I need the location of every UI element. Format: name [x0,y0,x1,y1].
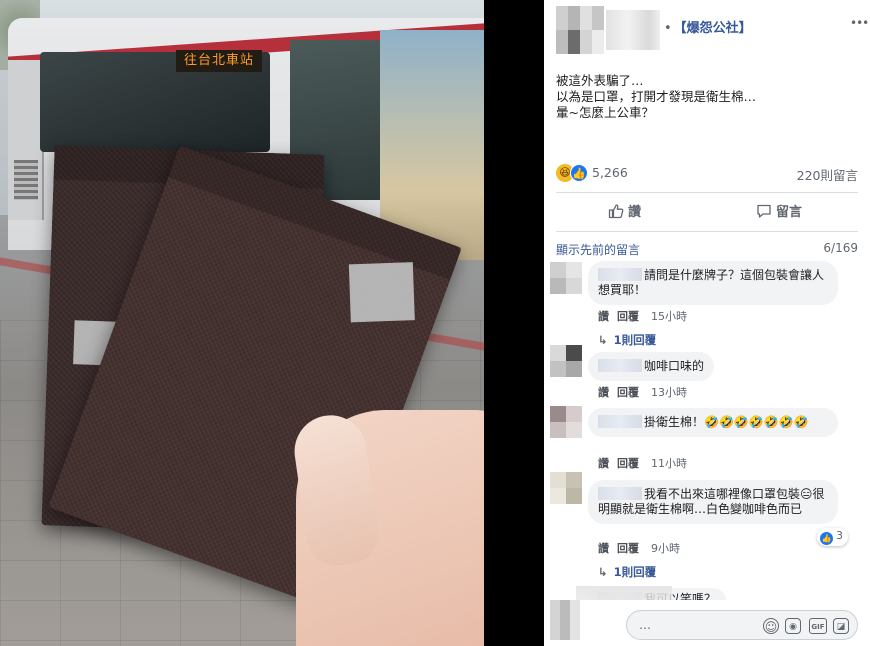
like-button[interactable]: 讚 [608,201,641,225]
reaction-summary[interactable]: 😆 👍 5,266 220則留言 [556,162,858,184]
comment-reply-link[interactable]: 回覆 [617,310,639,323]
post-text-line: 暈~怎麼上公車？ [556,105,654,120]
comment-like-link[interactable]: 讚 [598,457,609,470]
comment-meta: 讚回覆 15小時 [598,308,687,324]
emoji-icon[interactable]: ☺ [763,618,779,634]
comment-bubble: 請問是什麼牌子？這個包裝會讓人想買耶！ [588,261,838,305]
comment-like-link[interactable]: 讚 [598,386,609,399]
comment-text: 掛衛生棉！🤣🤣🤣🤣🤣🤣🤣 [644,415,809,429]
comment-time[interactable]: 11小時 [651,457,687,470]
commenter-name-blurred[interactable] [598,359,642,372]
commenter-name-blurred[interactable] [598,268,642,281]
comment-bubble: 咖啡口味的 [588,352,715,381]
comment-reply-link[interactable]: 回覆 [617,542,639,555]
poster-avatar[interactable] [556,6,604,54]
commenter-avatar[interactable] [550,406,582,438]
commenter-avatar[interactable] [550,345,582,377]
view-previous-comments-link[interactable]: 顯示先前的留言 [556,241,640,258]
group-name-link[interactable]: • 【爆怨公社】 [664,17,752,36]
like-reaction-icon: 👍 [820,532,833,545]
camera-icon[interactable]: ◉ [785,618,801,634]
replies-count[interactable]: 1則回覆 [614,565,657,579]
commenter-avatar[interactable] [550,472,582,504]
comment-input[interactable]: … ☺ ◉ GIF ◪ [626,610,858,640]
comment-like-link[interactable]: 讚 [598,310,609,323]
comment-meta: 讚回覆 11小時 [598,455,687,471]
post-photo[interactable]: 往台北車站 [0,0,484,646]
comment-time[interactable]: 9小時 [651,542,680,555]
commenter-avatar[interactable] [550,262,582,294]
comment-reply-link[interactable]: 回覆 [617,457,639,470]
comment-input-placeholder: … [639,618,651,632]
reply-arrow-icon: ↳ [598,565,608,579]
reaction-count[interactable]: 5,266 [592,165,628,180]
comment-bubble: 我看不出來這哪裡像口罩包裝😑很明顯就是衛生棉啊…白色變咖啡色而已 [588,480,838,524]
like-reaction-icon: 👍 [570,164,588,182]
like-button-label: 讚 [628,205,642,220]
view-replies-link[interactable]: ↳ 1則回覆 [598,332,656,348]
separator-dot: • [664,21,672,36]
comment-meta: 讚回覆 13小時 [598,384,687,400]
comment-time[interactable]: 13小時 [651,386,687,399]
comment-bubble-icon [757,204,771,218]
replies-count[interactable]: 1則回覆 [614,333,657,347]
group-name-text[interactable]: 【爆怨公社】 [674,21,752,36]
reply-arrow-icon: ↳ [598,333,608,347]
comment-button[interactable]: 留言 [756,201,802,225]
view-replies-link[interactable]: ↳ 1則回覆 [598,564,656,580]
thumbs-up-icon [608,204,624,219]
gif-icon[interactable]: GIF [809,618,827,634]
comment-like-link[interactable]: 讚 [598,542,609,555]
comment-count[interactable]: 220則留言 [797,165,858,184]
post-text: 被這外表騙了… 以為是口罩，打開才發現是衛生棉… 暈~怎麼上公車？ [556,73,856,121]
comment-reaction-badge[interactable]: 👍 3 [817,528,848,546]
more-icon[interactable]: ••• [850,17,869,31]
comment-text: 咖啡口味的 [644,359,705,373]
comment-button-label: 留言 [776,205,803,220]
comment-meta: 讚回覆 9小時 [598,540,680,556]
comment-page-count: 6/169 [823,241,858,255]
photo-bus-grille [14,160,38,200]
comment-composer: … ☺ ◉ GIF ◪ [544,600,870,646]
comment-time[interactable]: 15小時 [651,310,687,323]
sticker-icon[interactable]: ◪ [833,618,849,634]
comment-reaction-count: 3 [836,529,843,542]
post-text-line: 被這外表騙了… [556,73,644,88]
post-text-line: 以為是口罩，打開才發現是衛生棉… [556,89,757,104]
comment-reply-link[interactable]: 回覆 [617,386,639,399]
post-panel: • 【爆怨公社】 ••• 被這外表騙了… 以為是口罩，打開才發現是衛生棉… 暈~怎… [544,0,870,646]
commenter-name-blurred[interactable] [598,487,642,500]
package-label [348,262,415,323]
photo-bus-sign: 往台北車站 [176,50,262,72]
poster-name-blurred[interactable] [606,10,660,50]
my-avatar[interactable] [550,600,580,640]
post-action-bar: 讚 留言 [556,192,858,232]
comment-bubble: 掛衛生棉！🤣🤣🤣🤣🤣🤣🤣 [588,408,838,437]
commenter-name-blurred[interactable] [598,415,642,428]
